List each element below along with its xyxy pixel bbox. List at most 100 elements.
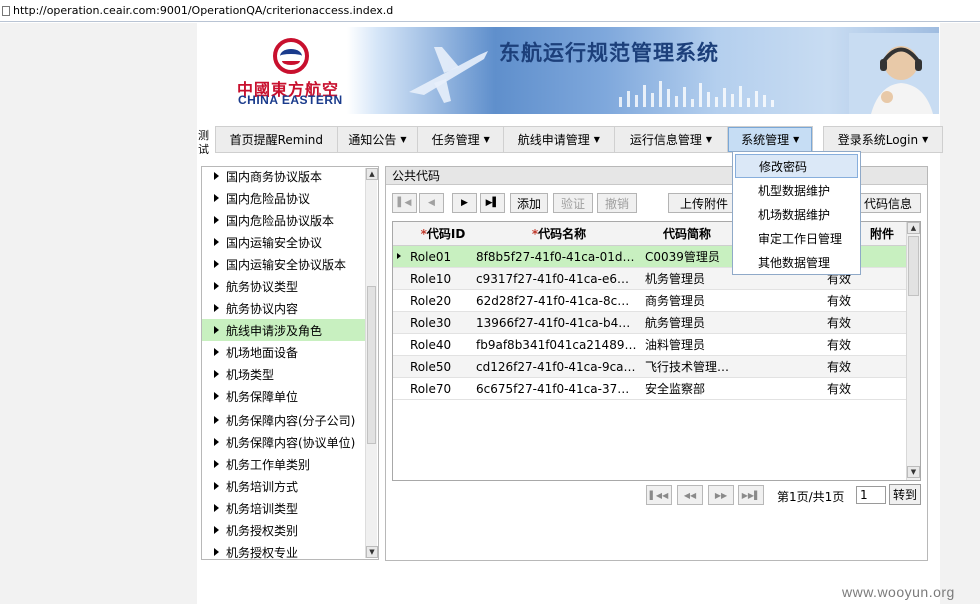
airplane-icon [409,47,488,103]
next-record-button[interactable]: ▶ [452,193,477,213]
tree-item-label: 航线申请涉及角色 [226,323,323,338]
scroll-thumb[interactable] [908,236,919,296]
nav-login[interactable]: 登录系统Login ▼ [823,126,943,153]
caret-down-icon: ▼ [483,135,490,144]
tree-item[interactable]: 国内运输安全协议 [202,231,366,253]
scroll-up-icon[interactable]: ▲ [907,222,920,234]
prev-record-button[interactable]: ◀ [419,193,444,213]
tree-item-label: 机务保障单位 [226,389,299,404]
scroll-up-icon[interactable]: ▲ [366,168,378,180]
caret-down-icon: ▼ [922,135,929,144]
tree-item[interactable]: 机务保障单位 [202,385,366,407]
nav-label: 运行信息管理 [629,133,702,147]
cell-code-short: 航务管理员 [645,316,706,330]
address-url[interactable]: http://operation.ceair.com:9001/Operatio… [13,4,393,17]
tree-item-label: 机务工作单类别 [226,457,311,472]
tree-item-label: 国内运输安全协议版本 [226,257,347,272]
nav-system-admin[interactable]: 系统管理 ▼ [728,127,813,152]
operator-photo [849,33,939,114]
tree-item[interactable]: 机务保障内容(协议单位) [202,431,366,453]
last-record-button[interactable]: ▶▌ [480,193,505,213]
equalizer-decoration [619,81,774,107]
first-record-button[interactable]: ▌◀ [392,193,417,213]
tree-item[interactable]: 机务授权类别 [202,519,366,541]
tree-item[interactable]: 国内运输安全协议版本 [202,253,366,275]
table-row[interactable]: Role40 fb9af8b341f041ca21489… 油料管理员 有效 [393,334,908,356]
tree-item-label: 机务保障内容(分子公司) [226,413,356,428]
nav-label: 系统管理 [741,133,790,147]
scroll-down-icon[interactable]: ▼ [907,466,920,478]
tree-item[interactable]: 机务授权专业 [202,541,366,560]
expand-arrow-icon [214,282,219,290]
grid-scrollbar[interactable]: ▲ ▼ [906,222,920,480]
tree-item-label: 机场地面设备 [226,345,299,360]
tree-item-label: 国内危险品协议版本 [226,213,335,228]
nav-tasks[interactable]: 任务管理 ▼ [418,127,505,152]
pager-first-icon[interactable]: ▌◀◀ [646,485,672,505]
china-eastern-logo-icon [273,38,309,74]
revoke-button[interactable]: 撤销 [597,193,637,213]
tree-item[interactable]: 国内危险品协议 [202,187,366,209]
expand-arrow-icon [214,172,219,180]
tree-item[interactable]: 机务保障内容(分子公司) [202,409,366,431]
tree-item-label: 国内危险品协议 [226,191,311,206]
tree-item-label: 机务授权专业 [226,545,299,560]
caret-down-icon: ▼ [793,135,800,144]
tree-item[interactable]: 国内危险品协议版本 [202,209,366,231]
column-header-attachment[interactable]: 附件 [859,222,905,246]
pager-last-icon[interactable]: ▶▶▌ [738,485,764,505]
nav-label: 首页提醒Remind [229,133,324,147]
table-row[interactable]: Role20 62d28f27-41f0-41ca-8c… 商务管理员 有效 [393,290,908,312]
go-page-button[interactable]: 转到 [889,484,921,505]
table-row[interactable]: Role30 13966f27-41f0-41ca-b4… 航务管理员 有效 [393,312,908,334]
tree-item[interactable]: 机场地面设备 [202,341,366,363]
tree-item[interactable]: 机务培训类型 [202,497,366,519]
column-header-code-id[interactable]: *代码ID [411,222,475,246]
code-category-tree: 国内商务协议版本国内危险品协议国内危险品协议版本国内运输安全协议国内运输安全协议… [201,166,379,560]
cell-code-name: 6c675f27-41f0-41ca-37… [476,382,630,396]
expand-arrow-icon [214,326,219,334]
page-number-input[interactable]: 1 [856,486,886,504]
expand-arrow-icon [214,238,219,246]
add-button[interactable]: 添加 [510,193,548,213]
menu-item[interactable]: 修改密码 [735,154,858,178]
nav-side-label: 测试 [198,129,209,156]
verify-button[interactable]: 验证 [553,193,593,213]
scroll-down-icon[interactable]: ▼ [366,546,378,558]
upload-attachment-button[interactable]: 上传附件 [668,193,740,213]
tree-item[interactable]: 国内商务协议版本 [202,167,366,187]
tree-item[interactable]: 航务协议类型 [202,275,366,297]
tree-item[interactable]: 航务协议内容 [202,297,366,319]
main-nav: 首页提醒Remind 通知公告 ▼ 任务管理 ▼ 航线申请管理 ▼ 运行信息管理… [215,126,813,153]
tree-item[interactable]: 航线申请涉及角色 [202,319,366,341]
nav-label: 航线申请管理 [517,133,590,147]
pager-next-icon[interactable]: ▶▶ [708,485,734,505]
nav-home-remind[interactable]: 首页提醒Remind [216,127,338,152]
cell-code-id: Role30 [410,316,452,330]
table-row[interactable]: Role70 6c675f27-41f0-41ca-37… 安全监察部 有效 [393,378,908,400]
scroll-thumb[interactable] [367,286,376,444]
column-header-code-short[interactable]: 代码简称 [643,222,731,246]
tree-item[interactable]: 机务培训方式 [202,475,366,497]
nav-route-application[interactable]: 航线申请管理 ▼ [504,127,615,152]
tree-scrollbar[interactable]: ▲ ▼ [365,168,378,558]
expand-arrow-icon [214,482,219,490]
table-row[interactable]: Role50 cd126f27-41f0-41ca-9ca… 飞行技术管理… 有效 [393,356,908,378]
menu-item[interactable]: 机场数据维护 [735,202,858,226]
menu-item[interactable]: 其他数据管理 [735,250,858,274]
pager-prev-icon[interactable]: ◀◀ [677,485,703,505]
menu-item[interactable]: 审定工作日管理 [735,226,858,250]
expand-arrow-icon [214,392,219,400]
expand-arrow-icon [214,526,219,534]
tree-item[interactable]: 机场类型 [202,363,366,385]
address-bar[interactable]: http://operation.ceair.com:9001/Operatio… [0,0,980,22]
tree-item-label: 航务协议类型 [226,279,299,294]
cell-status: 有效 [827,382,852,396]
menu-item[interactable]: 机型数据维护 [735,178,858,202]
tree-item[interactable]: 机务工作单类别 [202,453,366,475]
nav-operation-info[interactable]: 运行信息管理 ▼ [615,127,729,152]
cell-code-name: 62d28f27-41f0-41ca-8c… [476,294,630,308]
expand-arrow-icon [214,504,219,512]
column-header-code-name[interactable]: *代码名称 [475,222,643,246]
nav-notices[interactable]: 通知公告 ▼ [338,127,419,152]
